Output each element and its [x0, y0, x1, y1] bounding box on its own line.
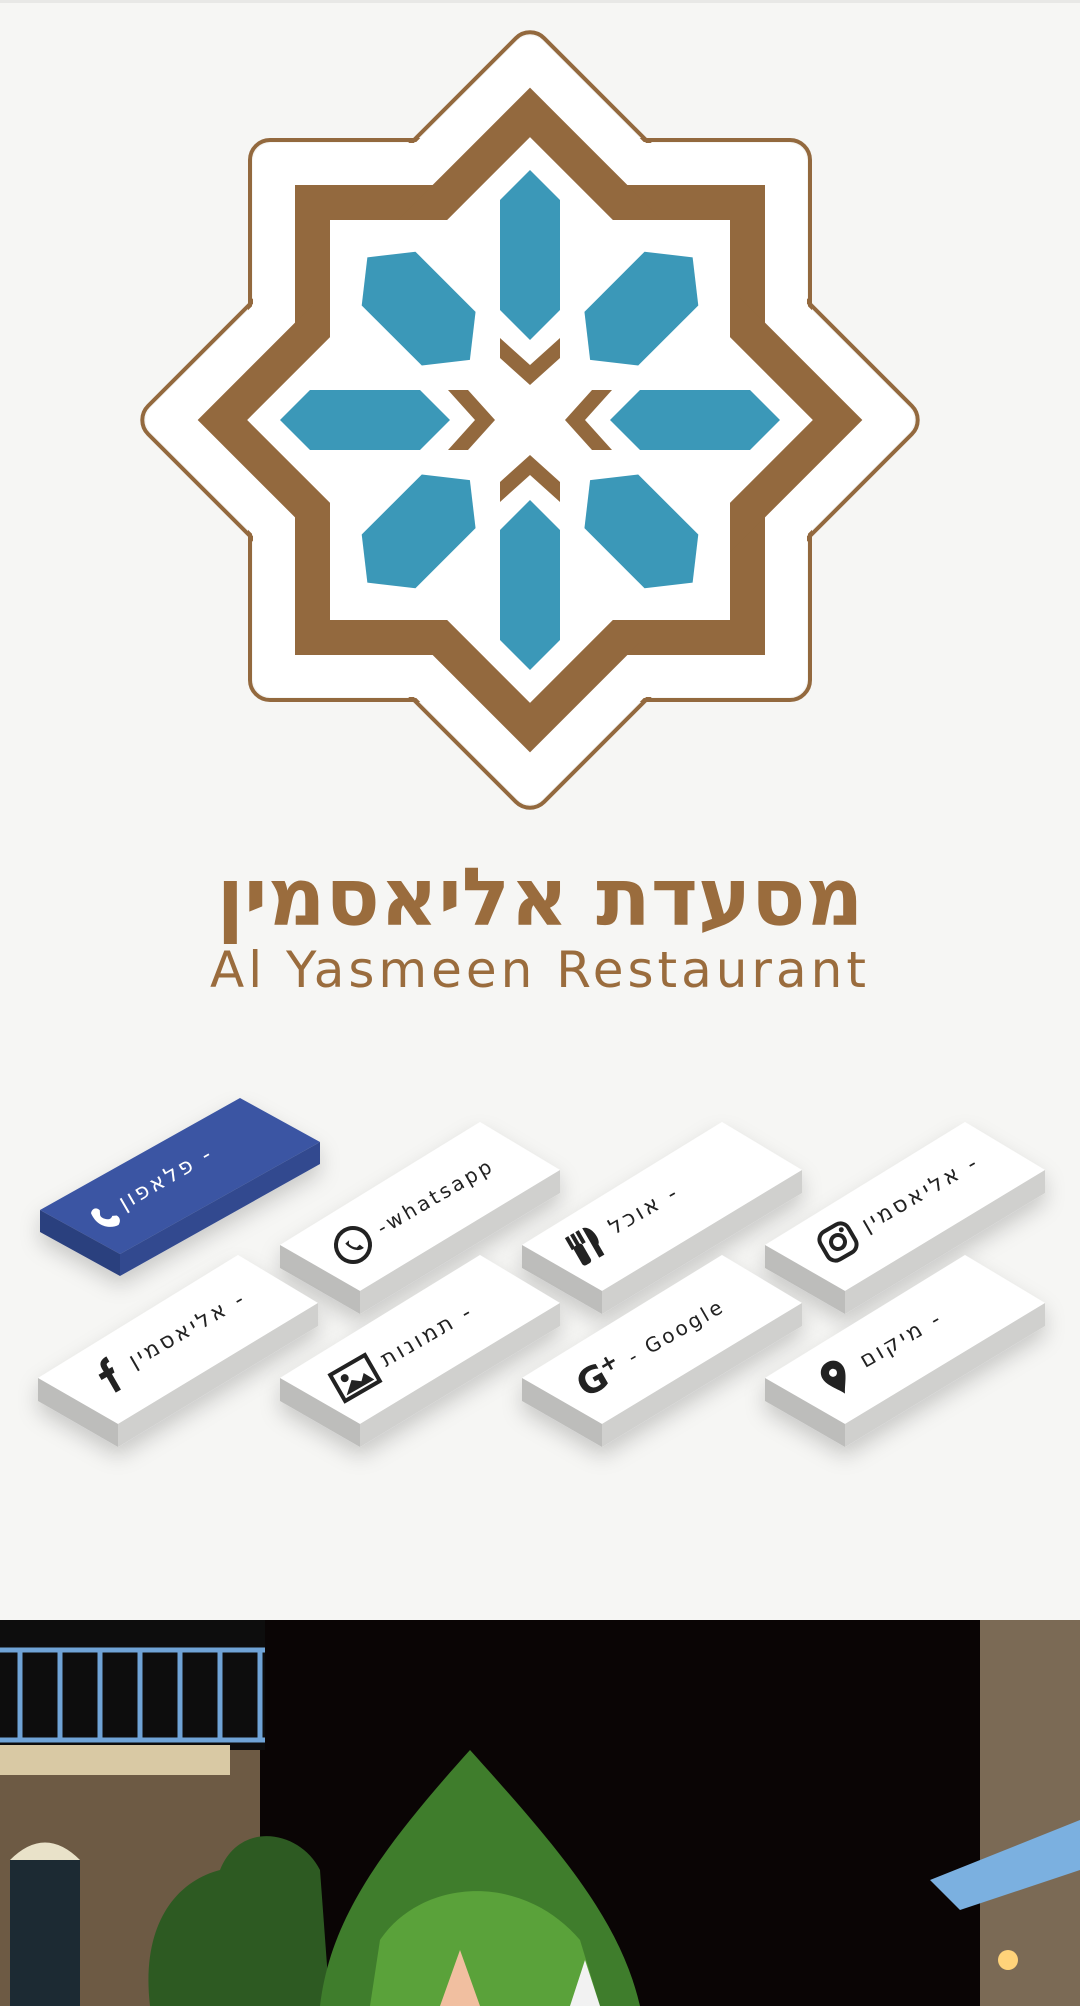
restaurant-name-hebrew: מסעדת אליאסמין: [216, 851, 864, 944]
top-divider: [0, 0, 1080, 3]
page: מסעדת אליאסמין Al Yasmeen Restaurant פלא…: [0, 0, 1080, 2006]
facebook-button[interactable]: אליאסמין -: [38, 1255, 318, 1447]
restaurant-logo-icon: [140, 30, 920, 810]
phone-button[interactable]: פלאפון -: [40, 1098, 320, 1276]
restaurant-courtyard-photo: [0, 1620, 1080, 2006]
contact-buttons-grid: פלאפון - -whatsapp אוכל - אליאסמין - אלי…: [38, 1098, 1045, 1447]
restaurant-name-english: Al Yasmeen Restaurant: [210, 941, 870, 999]
